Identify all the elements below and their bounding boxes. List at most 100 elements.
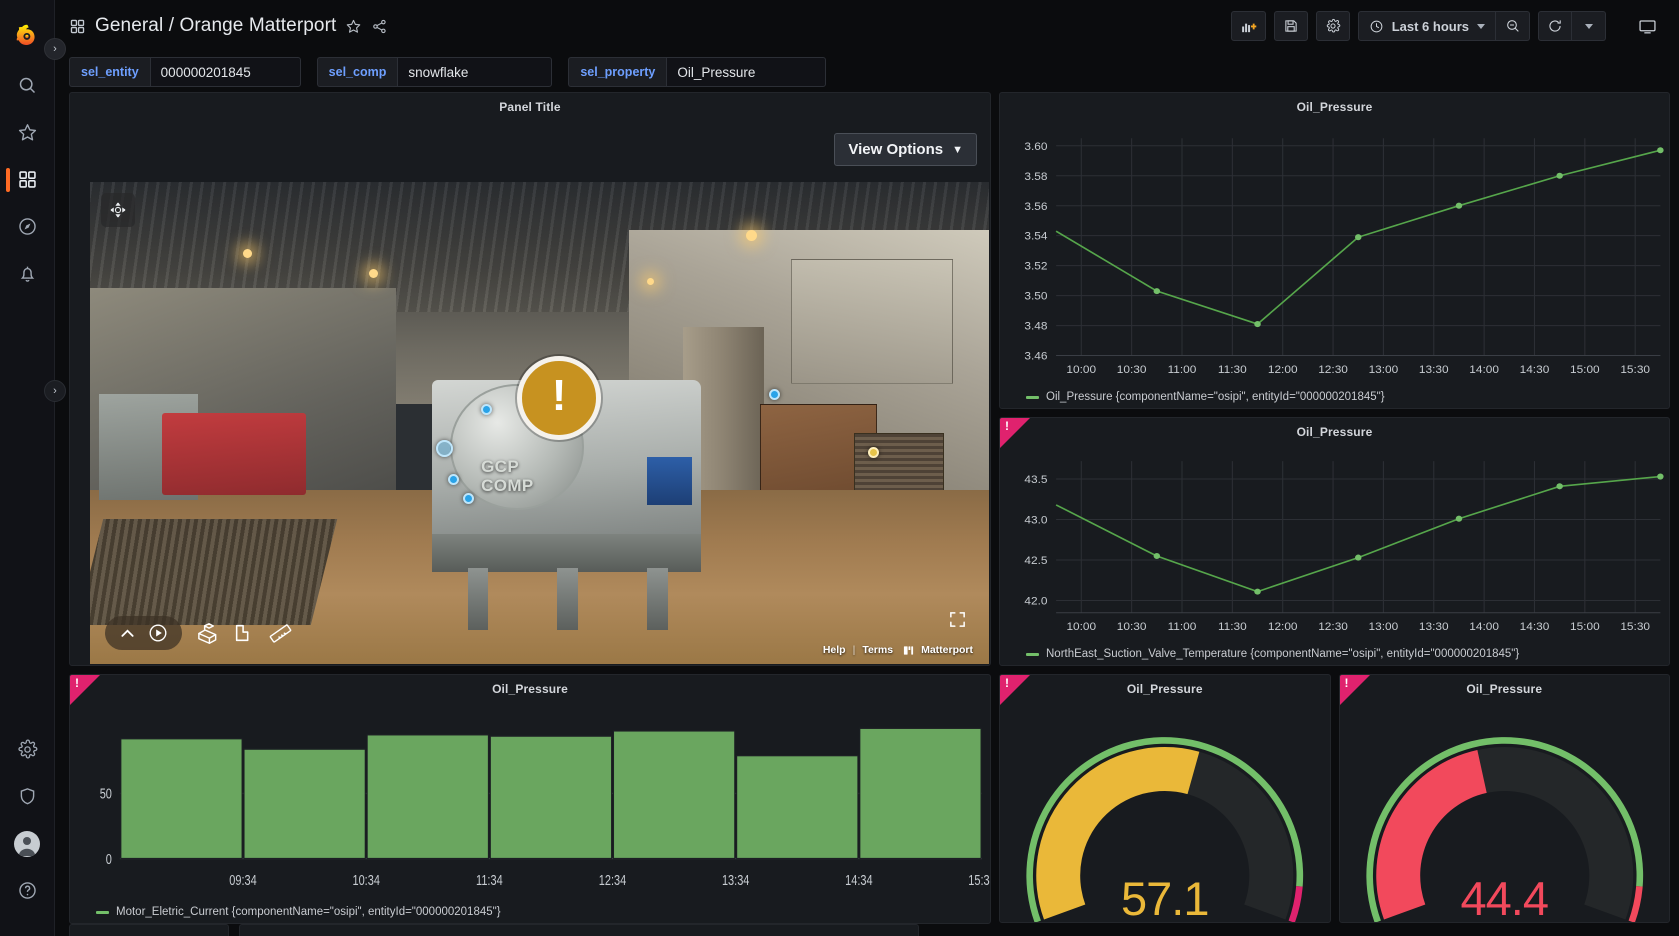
section-expand-button[interactable]: ›: [44, 380, 66, 402]
svg-text:3.60: 3.60: [1024, 141, 1047, 153]
svg-text:3.48: 3.48: [1024, 321, 1047, 333]
svg-text:14:00: 14:00: [1469, 364, 1499, 376]
alert-bang: !: [1005, 419, 1009, 433]
main-area: General / Orange Matterport Last 6 hours…: [55, 0, 1679, 936]
line-chart-plot[interactable]: 42.0 42.5 43.0 43.5 10:00 10:30 11:00 11:30 12:0…: [1000, 445, 1669, 643]
svg-text:12:00: 12:00: [1268, 364, 1298, 376]
sidebar: › ›: [0, 0, 66, 936]
floorplan-icon[interactable]: [233, 622, 255, 644]
panel-title[interactable]: Oil_Pressure: [70, 675, 990, 702]
sidebar-item-starred[interactable]: [0, 109, 55, 156]
sidebar-expand-button[interactable]: ›: [44, 38, 66, 60]
chevron-up-icon[interactable]: [118, 624, 137, 643]
matterport-brand[interactable]: Matterport: [921, 644, 973, 656]
time-range-picker[interactable]: Last 6 hours: [1357, 11, 1496, 41]
fullscreen-icon[interactable]: [948, 610, 967, 634]
chart-legend: Oil_Pressure {componentName="osipi", ent…: [1000, 386, 1669, 408]
svg-text:12:34: 12:34: [599, 872, 626, 889]
help-link[interactable]: Help: [823, 644, 846, 656]
svg-text:50: 50: [100, 785, 112, 802]
chart-legend: NorthEast_Suction_Valve_Temperature {com…: [1000, 643, 1669, 665]
sidebar-item-server-admin[interactable]: [0, 773, 55, 820]
view-options-label: View Options: [848, 141, 944, 158]
alarm-exclamation-icon[interactable]: !: [517, 355, 602, 440]
dashboards-grid-icon: [69, 18, 86, 35]
dashboard-settings-button[interactable]: [1315, 11, 1350, 41]
svg-text:3.56: 3.56: [1024, 201, 1047, 213]
ruler-icon[interactable]: [269, 622, 292, 645]
svg-text:11:30: 11:30: [1218, 364, 1247, 376]
sidebar-item-configuration[interactable]: [0, 726, 55, 773]
sidebar-item-explore[interactable]: [0, 203, 55, 250]
svg-text:11:30: 11:30: [1218, 621, 1247, 633]
svg-text:15:00: 15:00: [1570, 621, 1600, 633]
panel-motor-current-bars: ! Oil_Pressure 0 50 09:34 10:34 11:34 12:34 13…: [69, 674, 991, 924]
svg-text:12:00: 12:00: [1268, 621, 1298, 633]
matterport-viewer[interactable]: View Options ▼ GCP COMP ! Help | Terms M…: [70, 120, 990, 665]
matterport-credits: Help | Terms Matterport: [823, 644, 973, 656]
refresh-interval-dropdown[interactable]: [1572, 11, 1606, 41]
alert-bang: !: [75, 676, 79, 690]
svg-text:0: 0: [106, 850, 112, 867]
terms-link[interactable]: Terms: [862, 644, 893, 656]
svg-text:15:30: 15:30: [1620, 621, 1650, 633]
alarm-bang: !: [551, 370, 567, 420]
sidebar-item-profile[interactable]: [0, 820, 55, 867]
svg-text:3.54: 3.54: [1024, 231, 1048, 243]
legend-label[interactable]: Motor_Eletric_Current {componentName="os…: [116, 906, 501, 918]
page-title[interactable]: Orange Matterport: [179, 15, 336, 36]
sidebar-item-help[interactable]: [0, 867, 55, 914]
panel-title[interactable]: Panel Title: [70, 93, 990, 120]
sidebar-item-dashboards[interactable]: [0, 156, 55, 203]
clock-icon: [1369, 19, 1384, 34]
legend-label[interactable]: NorthEast_Suction_Valve_Temperature {com…: [1046, 648, 1519, 660]
share-icon[interactable]: [371, 18, 388, 35]
tv-mode-button[interactable]: [1630, 11, 1665, 41]
matterport-stage[interactable]: GCP COMP ! Help | Terms Matterport: [90, 182, 989, 664]
move-compass-icon[interactable]: [101, 193, 135, 227]
sidebar-item-alerting[interactable]: [0, 250, 55, 297]
time-controls: Last 6 hours: [1357, 11, 1530, 41]
panel-placeholder[interactable]: [239, 924, 919, 936]
legend-label[interactable]: Oil_Pressure {componentName="osipi", ent…: [1046, 391, 1385, 403]
template-variables-row: sel_entity 000000201845 sel_comp snowfla…: [55, 52, 1679, 92]
play-circle-icon[interactable]: [147, 622, 169, 644]
variable-value-input[interactable]: 000000201845: [149, 57, 301, 87]
gauge-visual[interactable]: 57.1: [1000, 702, 1330, 922]
view-options-button[interactable]: View Options ▼: [834, 133, 977, 166]
breadcrumb-folder[interactable]: General: [95, 15, 163, 36]
svg-text:13:34: 13:34: [722, 872, 749, 889]
panel-title[interactable]: Oil_Pressure: [1000, 93, 1669, 120]
credits-separator: |: [852, 644, 856, 656]
panel-placeholder[interactable]: [69, 924, 229, 936]
panel-title[interactable]: Oil_Pressure: [1000, 675, 1330, 702]
save-dashboard-button[interactable]: [1273, 11, 1308, 41]
panel-title[interactable]: Oil_Pressure: [1000, 418, 1669, 445]
line-chart-plot[interactable]: 3.46 3.48 3.50 3.52 3.54 3.56 3.58 3.60 10:00 10:…: [1000, 120, 1669, 386]
matterport-primary-controls: [105, 616, 182, 650]
dollhouse-icon[interactable]: [196, 622, 219, 645]
gauge-value: 57.1: [1121, 871, 1209, 923]
variable-sel-entity: sel_entity 000000201845: [69, 57, 301, 87]
svg-text:43.0: 43.0: [1024, 515, 1047, 527]
svg-text:10:30: 10:30: [1117, 621, 1147, 633]
add-panel-button[interactable]: [1230, 11, 1266, 41]
panel-title[interactable]: Oil_Pressure: [1340, 675, 1670, 702]
star-outline-icon[interactable]: [345, 18, 362, 35]
variable-label: sel_comp: [316, 57, 398, 87]
sidebar-item-search[interactable]: [0, 62, 55, 109]
refresh-dashboard-button[interactable]: [1538, 11, 1572, 41]
svg-text:15:00: 15:00: [1570, 364, 1600, 376]
scene-equipment-label: GCP COMP: [481, 456, 534, 495]
variable-sel-comp: sel_comp snowflake: [316, 57, 553, 87]
chevron-down-icon: [1584, 23, 1593, 29]
svg-text:42.0: 42.0: [1024, 596, 1047, 608]
dashboard-toolbar: General / Orange Matterport Last 6 hours: [55, 0, 1679, 52]
bar-chart-plot[interactable]: 0 50 09:34 10:34 11:34 12:34 13:34 14:34 15:34: [70, 702, 990, 901]
svg-text:11:34: 11:34: [476, 872, 503, 889]
variable-value-input[interactable]: Oil_Pressure: [666, 57, 827, 87]
zoom-out-time-button[interactable]: [1496, 11, 1530, 41]
variable-sel-property: sel_property Oil_Pressure: [568, 57, 827, 87]
gauge-visual[interactable]: 44.4: [1340, 702, 1670, 922]
variable-value-input[interactable]: snowflake: [397, 57, 553, 87]
